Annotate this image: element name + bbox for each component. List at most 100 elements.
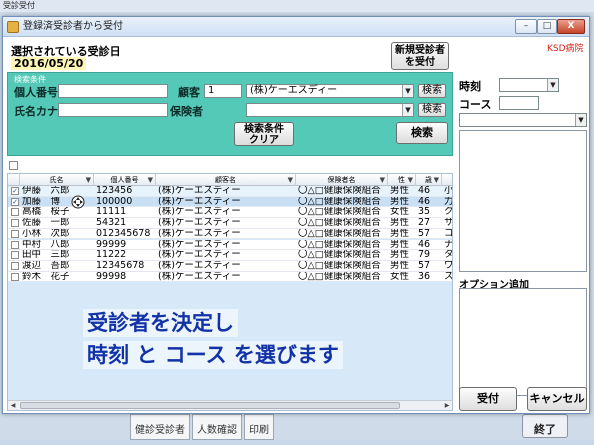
table-row[interactable]: 鈴木 花子 99998 (株)ケーエスディー 〇△□健康保険組合女性 36 ス: [8, 271, 452, 283]
cell-extra: 力: [444, 197, 452, 207]
cell-age: 46: [418, 196, 431, 207]
cell-age: 57: [418, 260, 431, 271]
cell-age: 36: [418, 271, 431, 282]
cell-sex: 男性: [390, 228, 410, 239]
row-checkbox[interactable]: [11, 240, 19, 249]
cell-customer: (株)ケーエスディー: [158, 250, 241, 261]
cell-no: 12345678: [96, 260, 145, 271]
row-checkbox[interactable]: ✓: [11, 197, 19, 206]
cell-no: 54321: [96, 218, 127, 229]
column-header-age[interactable]: 歳 ▼: [416, 174, 442, 186]
chevron-down-icon: ▼: [402, 104, 413, 116]
caption-line-2: 時刻 と コース を選びます: [83, 341, 343, 369]
course-select[interactable]: ▼: [459, 113, 587, 127]
cell-sex: 男性: [390, 218, 410, 229]
cell-age: 27: [418, 218, 431, 229]
cell-sex: 男性: [390, 196, 410, 207]
search-button[interactable]: 検索: [396, 122, 448, 144]
filter-icon[interactable]: ▼: [148, 174, 153, 186]
filter-icon[interactable]: ▼: [288, 174, 293, 186]
cell-insurer: 〇△□健康保険組合: [298, 228, 381, 239]
cell-sex: 男性: [390, 239, 410, 250]
filter-icon[interactable]: ▼: [408, 174, 413, 186]
filter-icon[interactable]: ▼: [380, 174, 385, 186]
cell-sex: 男性: [390, 186, 410, 196]
cell-customer: (株)ケーエスディー: [158, 239, 241, 250]
finish-button[interactable]: 終了: [522, 414, 568, 438]
scrollbar-thumb[interactable]: [20, 402, 400, 409]
accept-button[interactable]: 受付: [459, 387, 517, 411]
cell-no: 99998: [96, 271, 127, 282]
cell-insurer: 〇△□健康保険組合: [298, 271, 381, 282]
column-header-insurer[interactable]: 保険者名 ▼: [296, 174, 388, 186]
row-checkbox[interactable]: [11, 219, 19, 228]
cell-no: 123456: [96, 186, 133, 196]
row-checkbox[interactable]: [11, 229, 19, 238]
row-checkbox[interactable]: ✓: [11, 187, 19, 195]
cell-extra: 小: [444, 186, 452, 196]
course-input[interactable]: [499, 96, 539, 110]
table-row[interactable]: 佐藤 一郎 54321 (株)ケーエスディー 〇△□健康保険組合男性 27 サ: [8, 218, 452, 229]
cell-extra: コ: [444, 229, 452, 239]
filter-icon[interactable]: ▼: [434, 174, 439, 186]
dialog-titlebar[interactable]: 登録済受診者から受付 – □ X: [3, 17, 589, 37]
column-header-no[interactable]: 個人番号 ▼: [94, 174, 156, 186]
row-checkbox[interactable]: [11, 272, 19, 281]
cell-sex: 女性: [390, 271, 410, 282]
clear-search-button[interactable]: 検索条件 クリア: [234, 122, 294, 146]
column-header-name[interactable]: 氏名 ▼: [20, 174, 94, 186]
new-patient-button[interactable]: 新規受診者 を受付: [391, 42, 449, 70]
minimize-button[interactable]: –: [515, 19, 537, 34]
cell-insurer: 〇△□健康保険組合: [298, 218, 381, 229]
scroll-right-icon[interactable]: ▶: [442, 401, 452, 410]
selected-date-value: 2016/05/20: [11, 57, 87, 70]
cell-extra: ナ: [444, 240, 452, 250]
cell-name: 中村 八郎: [22, 239, 70, 250]
insurer-lookup-button[interactable]: 検索: [418, 103, 446, 117]
grid-header: 氏名 ▼ 個人番号 ▼ 顧客名 ▼ 保険者名 ▼ 性 ▼ 歳 ▼: [8, 174, 452, 186]
name-kana-input[interactable]: [58, 103, 168, 117]
cell-no: 11222: [96, 250, 127, 261]
select-all-checkbox[interactable]: [9, 161, 18, 170]
close-button[interactable]: X: [557, 19, 585, 34]
new-patient-button-line1: 新規受診者: [395, 45, 445, 56]
customer-select[interactable]: (株)ケーエスディー ▼: [246, 84, 414, 98]
maximize-button[interactable]: □: [537, 19, 557, 34]
tab-print[interactable]: 印刷: [244, 414, 274, 440]
cell-insurer: 〇△□健康保険組合: [298, 196, 381, 207]
tab-examinees[interactable]: 健診受診者: [130, 414, 190, 440]
scroll-left-icon[interactable]: ◀: [8, 401, 18, 410]
personal-no-input[interactable]: [58, 84, 168, 98]
customer-select-value: (株)ケーエスディー: [250, 85, 338, 96]
cell-extra: ク: [444, 207, 452, 217]
row-checkbox[interactable]: [11, 251, 19, 260]
column-header-customer[interactable]: 顧客名 ▼: [156, 174, 296, 186]
cell-insurer: 〇△□健康保険組合: [298, 239, 381, 250]
cell-age: 79: [418, 250, 431, 261]
cell-customer: (株)ケーエスディー: [158, 218, 241, 229]
horizontal-scrollbar[interactable]: ◀ ▶: [8, 400, 452, 410]
insurer-label: 保険者: [170, 105, 203, 118]
table-row[interactable]: 中村 八郎 99999 (株)ケーエスディー 〇△□健康保険組合男性 46 ナ: [8, 239, 452, 251]
column-header-sex[interactable]: 性 ▼: [388, 174, 416, 186]
cell-customer: (株)ケーエスディー: [158, 207, 241, 218]
insurer-select[interactable]: ▼: [246, 103, 414, 117]
table-row[interactable]: 田中 三郎 11222 (株)ケーエスディー 〇△□健康保険組合男性 79 タ: [8, 250, 452, 261]
row-checkbox[interactable]: [11, 208, 19, 217]
customer-lookup-button[interactable]: 検索: [418, 84, 446, 98]
column-header-customer-label: 顧客名: [215, 176, 236, 184]
course-list[interactable]: [459, 130, 587, 272]
tab-headcount[interactable]: 人数確認: [192, 414, 242, 440]
row-checkbox[interactable]: [11, 261, 19, 270]
table-row[interactable]: 渡辺 吾郎 12345678 (株)ケーエスディー 〇△□健康保険組合男性 57 ワ: [8, 260, 452, 272]
time-label: 時刻: [459, 80, 481, 93]
chevron-down-icon: ▼: [547, 79, 558, 91]
time-select[interactable]: ▼: [499, 78, 559, 92]
cell-extra: タ: [444, 250, 452, 260]
option-list[interactable]: [459, 288, 587, 396]
filter-icon[interactable]: ▼: [86, 174, 91, 186]
background-window-title: 受診受付: [0, 0, 594, 12]
cancel-button[interactable]: キャンセル: [527, 387, 587, 411]
table-row[interactable]: 小林 次郎 012345678 (株)ケーエスディー 〇△□健康保険組合男性 57 コ: [8, 228, 452, 240]
customer-code-input[interactable]: 1: [204, 84, 242, 98]
